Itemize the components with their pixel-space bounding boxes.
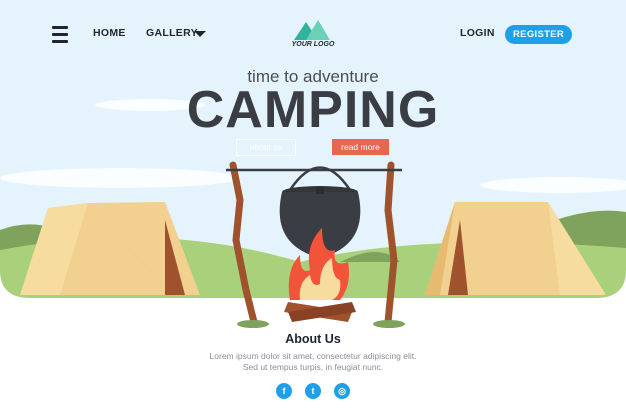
menu-bar	[52, 33, 68, 36]
login-link[interactable]: LOGIN	[460, 27, 495, 39]
logo-mountain-icon	[294, 20, 330, 40]
about-us-button[interactable]: about us	[236, 139, 296, 156]
instagram-icon[interactable]: ◎	[334, 383, 350, 399]
twitter-icon[interactable]: t	[305, 383, 321, 399]
facebook-icon[interactable]: f	[276, 383, 292, 399]
chevron-down-icon[interactable]	[194, 31, 206, 37]
register-button[interactable]: REGISTER	[505, 25, 572, 44]
nav-gallery-link[interactable]: GALLERY	[146, 27, 198, 39]
menu-bar	[52, 26, 68, 29]
read-more-button[interactable]: read more	[332, 139, 389, 155]
hamburger-menu-icon[interactable]	[52, 26, 68, 43]
about-title: About Us	[285, 332, 341, 346]
menu-bar	[52, 40, 68, 43]
nav-home-link[interactable]: HOME	[93, 27, 126, 39]
logo-text: YOUR LOGO	[291, 41, 335, 48]
hero-headline: CAMPING	[186, 81, 440, 139]
about-text: Lorem ipsum dolor sit amet, consectetur …	[209, 351, 417, 372]
